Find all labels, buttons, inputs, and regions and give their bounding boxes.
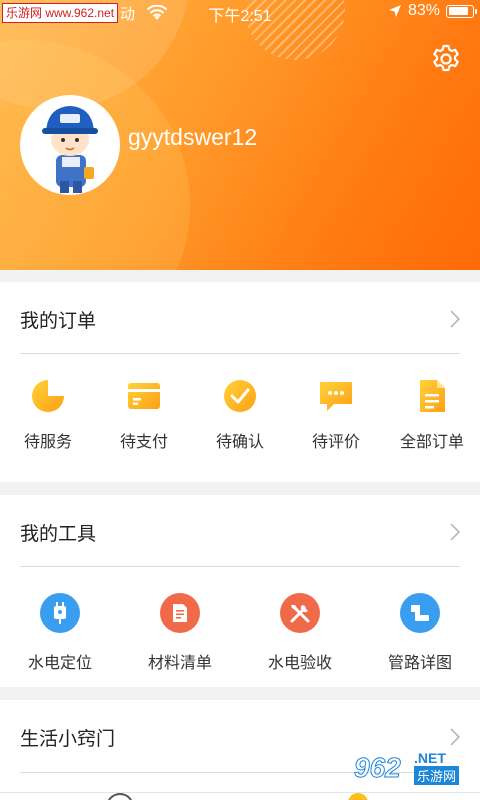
avatar[interactable] (20, 95, 120, 195)
orders-title: 我的订单 (20, 310, 97, 332)
list-icon (160, 593, 200, 633)
location-arrow-icon (388, 5, 401, 17)
order-item-pending-service[interactable]: 待服务 (0, 354, 96, 452)
chat-icon (320, 382, 352, 411)
tool-item-label: 材料清单 (147, 653, 212, 672)
settings-gear-icon[interactable] (430, 43, 462, 75)
tool-item-acceptance[interactable]: 水电验收 (240, 567, 360, 673)
bottom-tab-bar (0, 792, 480, 800)
tools-title: 我的工具 (20, 523, 97, 545)
order-item-label: 待评价 (311, 432, 360, 451)
chevron-right-icon (450, 523, 460, 541)
battery-percent: 83% (407, 2, 440, 19)
pipe-icon (400, 593, 440, 633)
chevron-right-icon (450, 310, 460, 328)
tools-icon (280, 593, 320, 633)
order-item-label: 待支付 (119, 432, 168, 451)
order-item-label: 全部订单 (399, 432, 464, 451)
document-icon (420, 380, 445, 412)
tool-item-water-electric-locate[interactable]: 水电定位 (0, 567, 120, 673)
chevron-right-icon (450, 728, 460, 746)
tools-header[interactable]: 我的工具 (0, 495, 480, 567)
pie-icon (32, 378, 66, 412)
order-item-pending-confirm[interactable]: 待确认 (192, 354, 288, 452)
order-item-pending-payment[interactable]: 待支付 (96, 354, 192, 452)
tool-item-label: 水电定位 (27, 653, 92, 672)
username: gyytdswer12 (128, 124, 258, 150)
order-item-label: 待确认 (215, 432, 264, 451)
tips-title: 生活小窍门 (20, 728, 116, 750)
tool-item-pipe-detail[interactable]: 管路详图 (360, 567, 480, 673)
order-item-pending-review[interactable]: 待评价 (288, 354, 384, 452)
battery-fill (448, 7, 468, 15)
tools-card: 我的工具 水电定位 材料清单 水电验收 管路详图 (0, 495, 480, 687)
socket-icon (40, 593, 80, 633)
order-item-all-orders[interactable]: 全部订单 (384, 354, 480, 452)
site-watermark: 962 .NET 乐游网 (344, 748, 474, 790)
card-icon (128, 383, 160, 409)
battery-icon (446, 4, 477, 18)
check-icon (224, 380, 256, 412)
watermark-number: 962 (354, 752, 402, 784)
orders-card: 我的订单 待服务 待支付 待确认 待评价 全部订单 (0, 282, 480, 482)
orders-header[interactable]: 我的订单 (0, 282, 480, 354)
watermark-name: 乐游网 (414, 766, 460, 785)
tool-item-label: 水电验收 (267, 653, 332, 672)
order-item-label: 待服务 (23, 432, 72, 451)
tool-item-material-list[interactable]: 材料清单 (120, 567, 240, 673)
status-bar: 乐游网 www.962.net 动 下午2:51 83% (0, 0, 480, 26)
tool-item-label: 管路详图 (387, 653, 452, 672)
watermark-domain: .NET (414, 750, 446, 766)
profile-header: gyytdswer12 (0, 0, 480, 270)
worker-avatar-icon (42, 106, 98, 193)
